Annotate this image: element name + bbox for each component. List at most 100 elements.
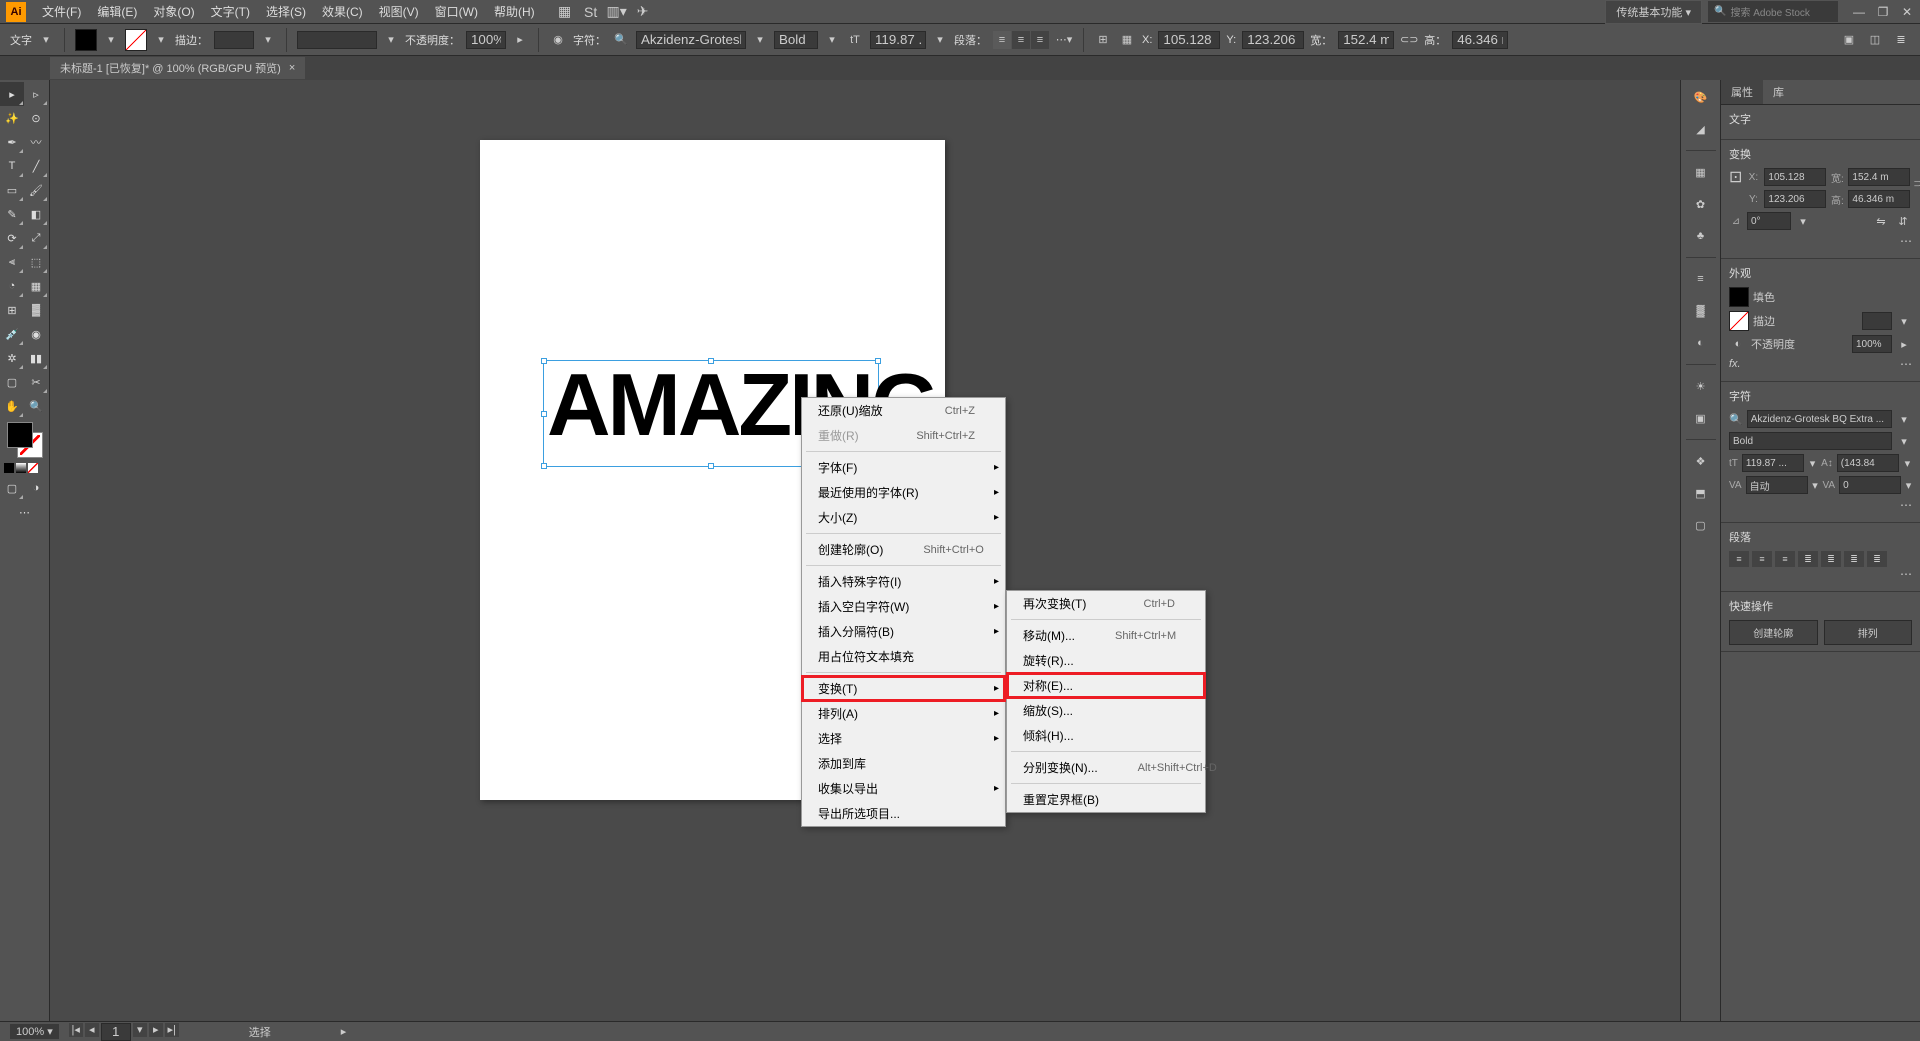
para-justify-right[interactable]: ≣ <box>1844 551 1864 567</box>
magic-wand-tool[interactable]: ✨ <box>0 106 24 130</box>
para-justify-left[interactable]: ≣ <box>1798 551 1818 567</box>
ctx-select[interactable]: 选择▸ <box>802 726 1005 751</box>
ctx-undo[interactable]: 还原(U)缩放Ctrl+Z <box>802 398 1005 423</box>
dock-brushes-icon[interactable]: ✿ <box>1690 193 1712 215</box>
dock-artboards-icon[interactable]: ▢ <box>1690 514 1712 536</box>
tool-context-dd[interactable]: ▾ <box>38 32 54 48</box>
shape-builder-tool[interactable]: ◔ <box>0 274 24 298</box>
shaper-tool[interactable]: ✎ <box>0 202 24 226</box>
search-font-icon[interactable]: 🔍 <box>1729 413 1743 426</box>
artboard-number-input[interactable] <box>101 1023 131 1041</box>
prop-angle-input[interactable] <box>1747 212 1791 230</box>
ctx2-reset[interactable]: 重置定界框(B) <box>1007 787 1205 812</box>
prop-h-input[interactable] <box>1848 190 1910 208</box>
line-tool[interactable]: ╱ <box>24 154 48 178</box>
quick-arrange-button[interactable]: 排列 <box>1824 620 1913 645</box>
link-wh-icon[interactable]: ⊃⊂ <box>1914 168 1920 198</box>
ctx-size[interactable]: 大小(Z)▸ <box>802 505 1005 530</box>
handle-tc[interactable] <box>708 358 714 364</box>
prop-stroke-w-input[interactable] <box>1862 312 1892 330</box>
quick-outlines-button[interactable]: 创建轮廓 <box>1729 620 1818 645</box>
color-mode-swatches[interactable] <box>3 462 47 474</box>
w-input[interactable] <box>1338 31 1394 49</box>
transform-icon[interactable]: ⊞ <box>1094 31 1112 49</box>
prop-opacity-input[interactable] <box>1852 335 1892 353</box>
appearance-more-icon[interactable]: ⋯ <box>1900 357 1912 371</box>
menu-object[interactable]: 对象(O) <box>145 3 202 20</box>
pen-tool[interactable]: ✒ <box>0 130 24 154</box>
dock-color-icon[interactable]: 🎨 <box>1690 86 1712 108</box>
prop-x-input[interactable] <box>1764 168 1826 186</box>
fx-label[interactable]: fx. <box>1729 358 1741 370</box>
screen-mode[interactable]: ▢ <box>0 476 24 500</box>
prop-size-input[interactable] <box>1742 454 1804 472</box>
menu-window[interactable]: 窗口(W) <box>427 3 486 20</box>
prop-fill-swatch[interactable] <box>1729 287 1749 307</box>
ctx-special[interactable]: 插入特殊字符(I)▸ <box>802 569 1005 594</box>
symbol-sprayer-tool[interactable]: ✲ <box>0 346 24 370</box>
selection-tool[interactable]: ▸ <box>0 82 24 106</box>
para-align-right[interactable]: ≡ <box>1775 551 1795 567</box>
rectangle-tool[interactable]: ▭ <box>0 178 24 202</box>
artboard-tool[interactable]: ▢ <box>0 370 24 394</box>
ctx-outlines[interactable]: 创建轮廓(O)Shift+Ctrl+O <box>802 537 1005 562</box>
send-icon[interactable]: ✈ <box>635 4 651 20</box>
ctx-recent-font[interactable]: 最近使用的字体(R)▸ <box>802 480 1005 505</box>
eraser-tool[interactable]: ◧ <box>24 202 48 226</box>
link-wh-icon[interactable]: ⊂⊃ <box>1400 31 1418 49</box>
workspace-switcher[interactable]: 传统基本功能 ▾ <box>1605 0 1702 24</box>
direct-selection-tool[interactable]: ▹ <box>24 82 48 106</box>
maximize-button[interactable]: ❐ <box>1876 5 1890 19</box>
fill-stroke-color[interactable] <box>7 422 43 458</box>
handle-bc[interactable] <box>708 463 714 469</box>
align-center-btn[interactable]: ≡ <box>1012 31 1030 49</box>
ctx-font[interactable]: 字体(F)▸ <box>802 455 1005 480</box>
slice-tool[interactable]: ✂ <box>24 370 48 394</box>
x-input[interactable] <box>1158 31 1220 49</box>
gradient-tool[interactable]: ▓ <box>24 298 48 322</box>
free-transform-tool[interactable]: ⬚ <box>24 250 48 274</box>
handle-tl[interactable] <box>541 358 547 364</box>
blend-tool[interactable]: ◉ <box>24 322 48 346</box>
prop-tracking-input[interactable] <box>1839 476 1901 494</box>
menu-type[interactable]: 文字(T) <box>203 3 258 20</box>
perspective-tool[interactable]: ▦ <box>24 274 48 298</box>
zoom-tool[interactable]: 🔍 <box>24 394 48 418</box>
bridge-icon[interactable]: ▦ <box>557 4 573 20</box>
transform-more-icon[interactable]: ⋯ <box>1900 234 1912 248</box>
opacity-input[interactable] <box>466 31 506 49</box>
font-family-input[interactable] <box>636 31 746 49</box>
menu-edit[interactable]: 编辑(E) <box>89 3 145 20</box>
first-artboard-btn[interactable]: |◂ <box>69 1023 83 1037</box>
prop-font-input[interactable] <box>1747 410 1892 428</box>
hand-tool[interactable]: ✋ <box>0 394 24 418</box>
type-tool[interactable]: T <box>0 154 24 178</box>
close-button[interactable]: ✕ <box>1900 5 1914 19</box>
ctx-whitespace[interactable]: 插入空白字符(W)▸ <box>802 594 1005 619</box>
graph-tool[interactable]: ▮▮ <box>24 346 48 370</box>
ctx2-scale[interactable]: 缩放(S)... <box>1007 698 1205 723</box>
dock-colorguide-icon[interactable]: ◢ <box>1690 118 1712 140</box>
brush-input[interactable] <box>297 31 377 49</box>
artboard-dd[interactable]: ▾ <box>133 1023 147 1037</box>
prop-leading-input[interactable] <box>1837 454 1899 472</box>
menu-help[interactable]: 帮助(H) <box>486 3 543 20</box>
reference-point-icon[interactable]: ⊡ <box>1729 168 1742 186</box>
handle-tr[interactable] <box>875 358 881 364</box>
ctx2-reflect[interactable]: 对称(E)... <box>1007 673 1205 698</box>
prop-kerning-input[interactable] <box>1746 476 1808 494</box>
document-tab[interactable]: 未标题-1 [已恢复]* @ 100% (RGB/GPU 预览) × <box>50 57 305 79</box>
minimize-button[interactable]: — <box>1852 5 1866 19</box>
ctx-arrange[interactable]: 排列(A)▸ <box>802 701 1005 726</box>
dock-asset-export-icon[interactable]: ⬒ <box>1690 482 1712 504</box>
para-more-icon[interactable]: ⋯ <box>1900 567 1912 581</box>
prop-tab-library[interactable]: 库 <box>1763 80 1794 104</box>
search-stock[interactable]: 🔍搜索 Adobe Stock <box>1708 1 1838 22</box>
stock-icon[interactable]: St <box>583 4 599 20</box>
stroke-swatch[interactable] <box>125 29 147 51</box>
para-align-center[interactable]: ≡ <box>1752 551 1772 567</box>
stroke-weight-input[interactable] <box>214 31 254 49</box>
edit-toolbar[interactable]: ⋯ <box>5 500 45 524</box>
dock-stroke-icon[interactable]: ≡ <box>1690 268 1712 290</box>
y-input[interactable] <box>1242 31 1304 49</box>
